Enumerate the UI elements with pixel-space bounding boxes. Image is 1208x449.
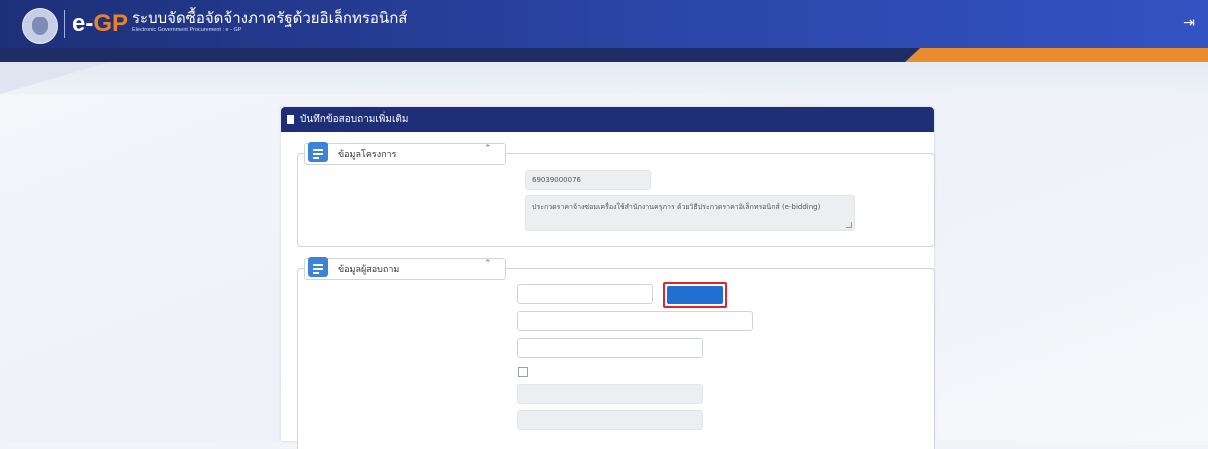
tax-id-field	[517, 384, 703, 404]
document-icon	[287, 115, 294, 124]
egp-logo[interactable]: e-GP	[72, 9, 128, 39]
government-emblem-icon	[22, 8, 58, 44]
project-section-tab[interactable]	[304, 143, 506, 165]
card-header: บันทึกข้อสอบถามเพิ่มเติม	[281, 107, 934, 132]
collapse-icon[interactable]: ⌃	[484, 144, 492, 154]
collapse-icon[interactable]: ⌃	[484, 259, 492, 269]
email-input[interactable]	[517, 311, 753, 331]
juristic-field	[517, 410, 703, 430]
top-header: e-GP ระบบจัดซื้อจัดจ้างภาครัฐด้วยอิเล็กท…	[0, 0, 1208, 48]
logo-prefix: e-	[72, 10, 94, 37]
project-section: ข้อมูลโครงการ ⌃ 69039000076 ประกวดราคาจ้…	[297, 142, 935, 247]
project-no-field: 69039000076	[525, 170, 651, 190]
name-input[interactable]	[517, 338, 703, 358]
date-ribbon	[905, 48, 1208, 62]
list-icon	[308, 257, 328, 277]
check-id-button-highlight	[663, 282, 727, 308]
check-id-button[interactable]	[667, 286, 723, 304]
list-icon	[308, 142, 328, 162]
header-divider	[64, 10, 65, 38]
logout-icon[interactable]: ⇥	[1180, 14, 1198, 32]
inquiry-card: บันทึกข้อสอบถามเพิ่มเติม ข้อมูลโครงการ ⌃…	[281, 107, 935, 449]
individual-checkbox[interactable]	[518, 367, 528, 377]
id-input[interactable]	[517, 284, 653, 304]
app-subtitle: Electronic Government Procurement : e - …	[132, 27, 242, 33]
card-title: บันทึกข้อสอบถามเพิ่มเติม	[300, 114, 409, 125]
project-section-label: ข้อมูลโครงการ	[338, 150, 397, 160]
logo-suffix: GP	[93, 10, 129, 37]
project-name-text: ประกวดราคาจ้างซ่อมเครื่องใช้สำนักงานครุภ…	[532, 203, 821, 211]
inquirer-section: ข้อมูลผู้สอบถาม ⌃	[297, 257, 935, 449]
resize-handle[interactable]	[846, 222, 852, 228]
project-name-field: ประกวดราคาจ้างซ่อมเครื่องใช้สำนักงานครุภ…	[525, 195, 855, 231]
inquirer-section-label: ข้อมูลผู้สอบถาม	[338, 265, 400, 275]
inquirer-section-tab[interactable]	[304, 258, 506, 280]
page-band	[0, 62, 1208, 94]
